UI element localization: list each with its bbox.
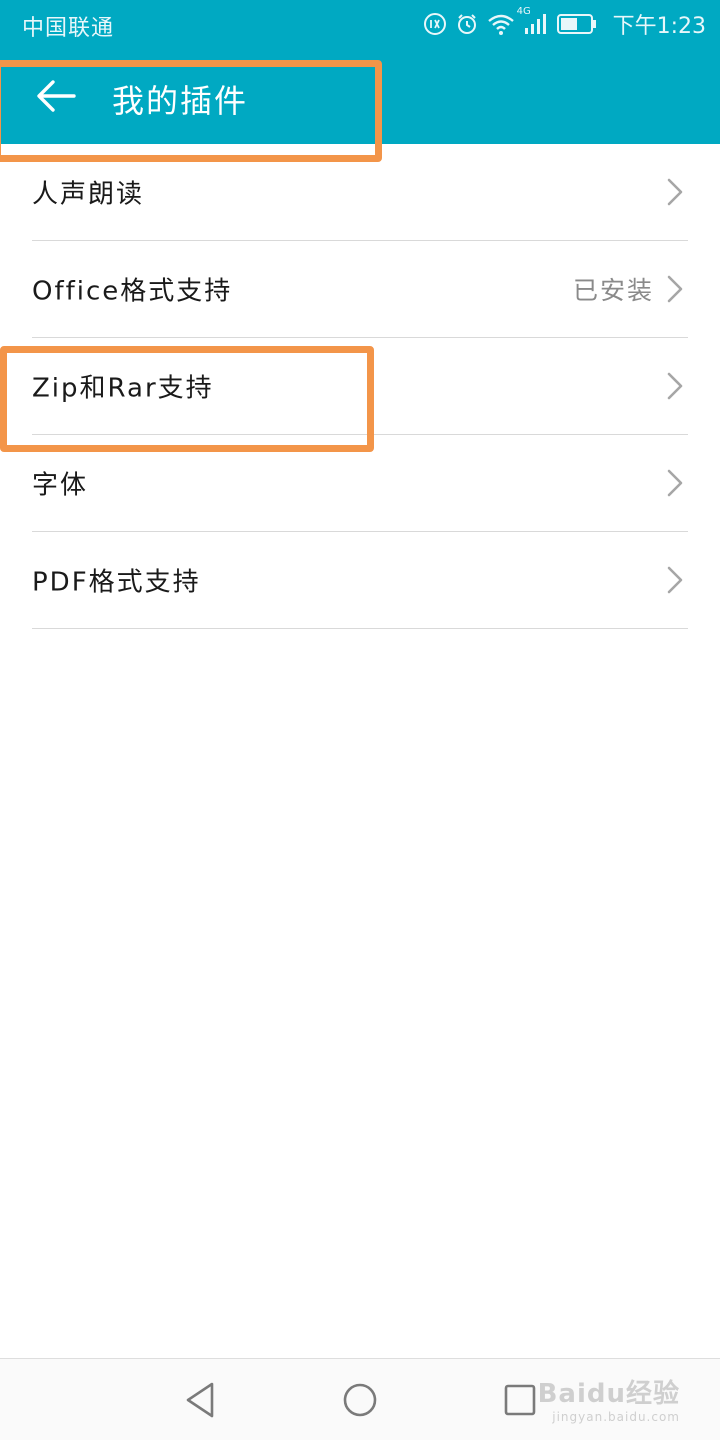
square-recent-icon [504, 1384, 536, 1416]
circle-home-icon [343, 1383, 377, 1417]
chevron-right-icon [667, 566, 683, 594]
baidu-watermark: Baidu经验 jingyan.baidu.com [538, 1373, 680, 1424]
plugin-item-pdf-support[interactable]: PDF格式支持 [32, 532, 688, 629]
battery-icon [556, 13, 597, 35]
network-type-label: 4G [516, 6, 531, 17]
alarm-icon [455, 12, 479, 36]
navigation-bar: Baidu经验 jingyan.baidu.com [0, 1358, 720, 1440]
plugin-label: Zip和Rar支持 [32, 373, 214, 404]
carrier-name: 中国联通 [22, 16, 115, 41]
triangle-back-icon [186, 1382, 214, 1418]
plugin-item-voice-reading[interactable]: 人声朗读 [32, 144, 688, 241]
chevron-right-icon [667, 275, 683, 303]
status-bar: 中国联通 4G 下午1:23 [0, 0, 720, 48]
nav-recent-button[interactable] [497, 1377, 543, 1423]
plugin-item-zip-rar-support[interactable]: Zip和Rar支持 [32, 338, 688, 435]
clock: 下午1:23 [612, 14, 706, 39]
watermark-main: Baidu经验 [537, 1379, 680, 1409]
plugin-list: 人声朗读 Office格式支持 已安装 Zip和Rar支持 字体 PDF格式支持 [0, 144, 720, 629]
plugin-item-fonts[interactable]: 字体 [32, 435, 688, 532]
page-title: 我的插件 [112, 82, 249, 120]
screen: 中国联通 4G 下午1:23 我的插件 人声朗读 Office格式支持 已安装 … [0, 0, 720, 1440]
chevron-right-icon [667, 469, 683, 497]
plugin-label: 字体 [32, 470, 89, 501]
plugin-label: Office格式支持 [32, 276, 233, 307]
chevron-right-icon [667, 178, 683, 206]
app-bar: 我的插件 [0, 48, 720, 144]
chevron-right-icon [667, 372, 683, 400]
watermark-sub: jingyan.baidu.com [552, 1410, 680, 1424]
signal-icon: 4G [517, 6, 549, 36]
plugin-status: 已安装 [572, 276, 654, 305]
arrow-left-icon [37, 80, 76, 112]
status-icons: 4G 下午1:23 [423, 6, 706, 40]
nav-back-button[interactable] [178, 1377, 224, 1423]
nav-home-button[interactable] [337, 1377, 383, 1423]
data-saver-icon [423, 12, 447, 36]
plugin-label: PDF格式支持 [32, 567, 201, 598]
plugin-item-office-support[interactable]: Office格式支持 已安装 [32, 241, 688, 338]
wifi-icon [487, 12, 515, 36]
back-button[interactable] [30, 70, 82, 122]
plugin-label: 人声朗读 [32, 179, 145, 210]
